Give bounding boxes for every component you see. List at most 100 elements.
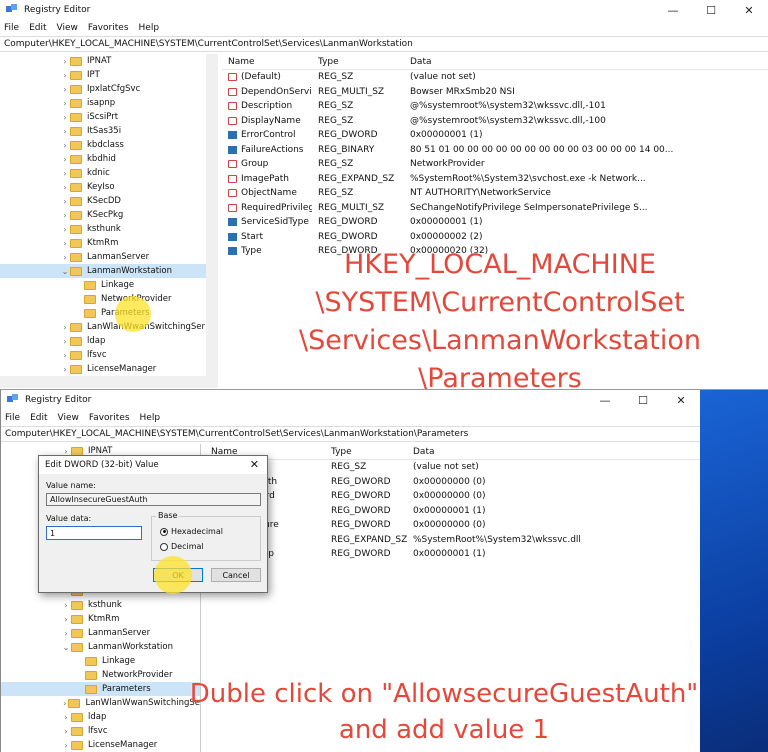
registry-value-row[interactable]: SignatureREG_DWORD0x00000001 (1): [205, 504, 700, 519]
tree-node[interactable]: › ksthunk: [1, 598, 200, 612]
tree-node[interactable]: ⌄ LanmanWorkstation: [1, 640, 200, 654]
registry-value-row[interactable]: Start REG_DWORD 0x00000002 (2): [222, 230, 768, 245]
registry-value-row[interactable]: Description REG_SZ @%systemroot%\system32\…: [222, 99, 768, 114]
expand-chevron-icon[interactable]: ›: [60, 127, 70, 136]
registry-value-row[interactable]: ImagePath REG_EXPAND_SZ %SystemRoot%\Syste…: [222, 172, 768, 187]
expand-chevron-icon[interactable]: ›: [60, 99, 70, 108]
menu-help[interactable]: Help: [140, 413, 161, 423]
tree-node[interactable]: › kbdclass: [0, 138, 217, 152]
column-header-type[interactable]: Type: [325, 447, 407, 457]
menu-help[interactable]: Help: [139, 23, 160, 33]
tree-node[interactable]: ⌄ LanmanWorkstation: [0, 264, 217, 278]
column-header-type[interactable]: Type: [312, 57, 404, 67]
expand-chevron-icon[interactable]: ›: [60, 57, 70, 66]
value-data-field[interactable]: 1: [46, 526, 142, 540]
registry-value-row[interactable]: itySignatureREG_DWORD0x00000000 (0): [205, 518, 700, 533]
expand-chevron-icon[interactable]: ›: [60, 197, 70, 206]
expand-chevron-icon[interactable]: ›: [60, 85, 70, 94]
column-header-name[interactable]: Name: [222, 57, 312, 67]
tree-node[interactable]: › KtmRm: [0, 236, 217, 250]
address-bar[interactable]: Computer\HKEY_LOCAL_MACHINE\SYSTEM\Curre…: [1, 426, 700, 442]
tree-node[interactable]: › LanWlanWwanSwitchingSer: [0, 320, 217, 334]
expand-chevron-icon[interactable]: ›: [61, 615, 71, 624]
registry-value-row[interactable]: Group REG_SZ NetworkProvider: [222, 157, 768, 172]
registry-value-row[interactable]: DependOnService REG_MULTI_SZ Bowser MRxSmb…: [222, 85, 768, 100]
registry-value-row[interactable]: xtPasswordREG_DWORD0x00000000 (0): [205, 489, 700, 504]
registry-value-row[interactable]: REG_SZ (value not set): [205, 460, 700, 475]
expand-chevron-icon[interactable]: ›: [60, 239, 70, 248]
menu-favorites[interactable]: Favorites: [89, 413, 130, 423]
tree-node[interactable]: Parameters: [0, 306, 217, 320]
maximize-button[interactable]: ☐: [692, 0, 730, 20]
tree-node[interactable]: NetworkProvider: [0, 292, 217, 306]
expand-chevron-icon[interactable]: ›: [60, 211, 70, 220]
address-bar[interactable]: Computer\HKEY_LOCAL_MACHINE\SYSTEM\Curre…: [0, 36, 768, 52]
registry-value-row[interactable]: (Default) REG_SZ (value not set): [222, 70, 768, 85]
minimize-button[interactable]: —: [654, 0, 692, 20]
tree-node[interactable]: › IPT: [0, 68, 217, 82]
registry-value-row[interactable]: ServiceSidType REG_DWORD 0x00000001 (1): [222, 215, 768, 230]
tree-node[interactable]: › iScsiPrt: [0, 110, 217, 124]
tree-node[interactable]: › LanmanServer: [1, 626, 200, 640]
expand-chevron-icon[interactable]: ›: [60, 183, 70, 192]
expand-chevron-icon[interactable]: ›: [60, 113, 70, 122]
menu-view[interactable]: View: [58, 413, 79, 423]
expand-chevron-icon[interactable]: ›: [60, 141, 70, 150]
menu-edit[interactable]: Edit: [29, 23, 46, 33]
registry-value-row[interactable]: ErrorControl REG_DWORD 0x00000001 (1): [222, 128, 768, 143]
decimal-radio[interactable]: Decimal: [160, 542, 204, 551]
expand-chevron-icon[interactable]: ›: [60, 323, 70, 332]
menu-favorites[interactable]: Favorites: [88, 23, 129, 33]
close-button[interactable]: ✕: [662, 390, 700, 410]
cancel-button[interactable]: Cancel: [211, 568, 261, 582]
expand-chevron-icon[interactable]: ›: [60, 337, 70, 346]
registry-value-row[interactable]: ObjectName REG_SZ NT AUTHORITY\NetworkServ…: [222, 186, 768, 201]
tree-node[interactable]: › KSecPkg: [0, 208, 217, 222]
tree-node[interactable]: › kdnic: [0, 166, 217, 180]
tree-node[interactable]: › ItSas35i: [0, 124, 217, 138]
menu-file[interactable]: File: [4, 23, 19, 33]
registry-value-row[interactable]: DisplayName REG_SZ @%systemroot%\system32\…: [222, 114, 768, 129]
tree-node[interactable]: Linkage: [0, 278, 217, 292]
tree-node[interactable]: › ksthunk: [0, 222, 217, 236]
tree-node[interactable]: › isapnp: [0, 96, 217, 110]
expand-chevron-icon[interactable]: ›: [60, 155, 70, 164]
column-header-data[interactable]: Data: [404, 57, 764, 67]
dialog-close-button[interactable]: ✕: [250, 458, 259, 471]
expand-chevron-icon[interactable]: ›: [61, 741, 71, 750]
tree-horizontal-scrollbar[interactable]: [0, 376, 218, 388]
tree-node[interactable]: › KSecDD: [0, 194, 217, 208]
tree-node[interactable]: › lfsvc: [0, 348, 217, 362]
registry-value-row[interactable]: eGuestAuthREG_DWORD0x00000000 (0): [205, 475, 700, 490]
expand-chevron-icon[interactable]: ›: [61, 727, 71, 736]
value-name-field[interactable]: AllowInsecureGuestAuth: [46, 493, 261, 506]
expand-chevron-icon[interactable]: ›: [61, 601, 71, 610]
registry-value-row[interactable]: REG_EXPAND_SZ %SystemRoot%\System32\wkssv…: [205, 533, 700, 548]
tree-node[interactable]: › IPNAT: [0, 54, 217, 68]
tree-node[interactable]: › KtmRm: [1, 612, 200, 626]
tree-node[interactable]: › ldap: [0, 334, 217, 348]
tree-node[interactable]: › LicenseManager: [0, 362, 217, 376]
tree-node[interactable]: › LanmanServer: [0, 250, 217, 264]
expand-chevron-icon[interactable]: ⌄: [60, 267, 70, 276]
expand-chevron-icon[interactable]: ›: [60, 225, 70, 234]
expand-chevron-icon[interactable]: ›: [61, 699, 68, 708]
menu-edit[interactable]: Edit: [30, 413, 47, 423]
menu-file[interactable]: File: [5, 413, 20, 423]
maximize-button[interactable]: ☐: [624, 390, 662, 410]
expand-chevron-icon[interactable]: ⌄: [61, 643, 71, 652]
registry-value-row[interactable]: oadOnStopREG_DWORD0x00000001 (1): [205, 547, 700, 562]
registry-value-row[interactable]: RequiredPrivileg... REG_MULTI_SZ SeChangeN…: [222, 201, 768, 216]
menu-view[interactable]: View: [57, 23, 78, 33]
tree-node[interactable]: › IpxlatCfgSvc: [0, 82, 217, 96]
tree-node[interactable]: › KeyIso: [0, 180, 217, 194]
expand-chevron-icon[interactable]: ›: [60, 253, 70, 262]
tree-vertical-scrollbar[interactable]: [206, 54, 218, 376]
expand-chevron-icon[interactable]: ›: [60, 351, 70, 360]
hexadecimal-radio[interactable]: Hexadecimal: [160, 527, 223, 536]
expand-chevron-icon[interactable]: ›: [60, 169, 70, 178]
minimize-button[interactable]: —: [586, 390, 624, 410]
close-button[interactable]: ✕: [730, 0, 768, 20]
column-header-data[interactable]: Data: [407, 447, 697, 457]
expand-chevron-icon[interactable]: ›: [60, 365, 70, 374]
